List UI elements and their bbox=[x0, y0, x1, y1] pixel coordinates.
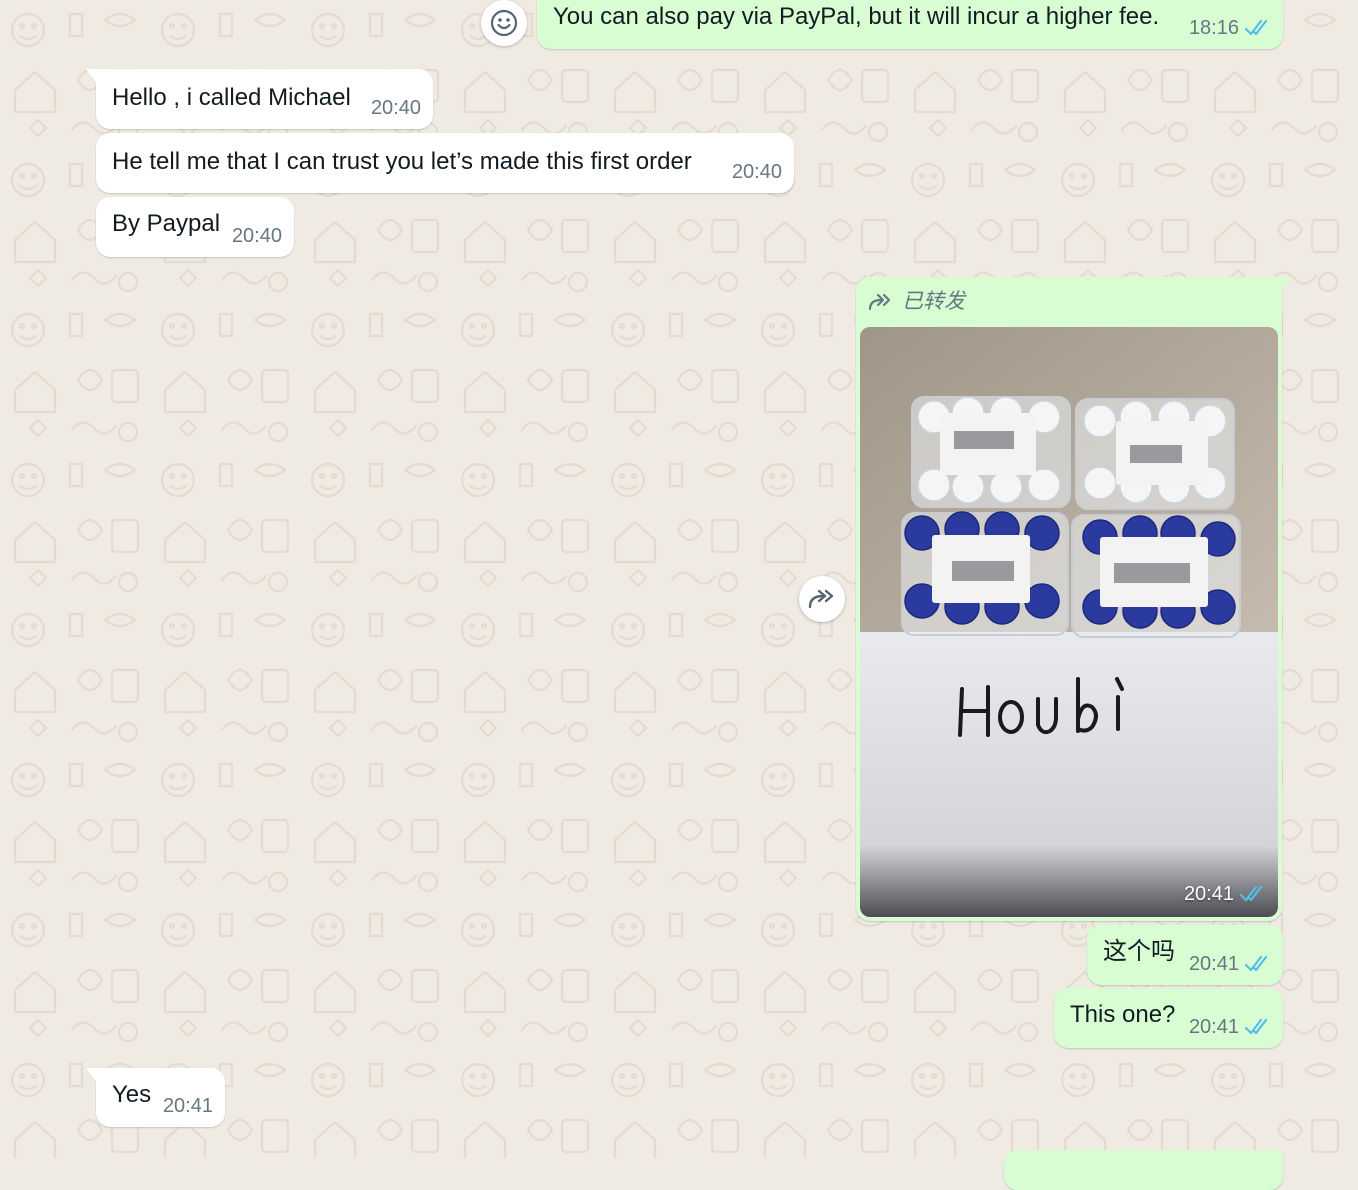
message-time: 20:41 bbox=[162, 1095, 213, 1117]
message-meta: 20:40 bbox=[232, 221, 282, 251]
message-time: 20:40 bbox=[231, 225, 282, 247]
forward-button[interactable] bbox=[799, 576, 845, 622]
bubble-tail bbox=[86, 69, 98, 85]
message-time: 18:16 bbox=[1188, 17, 1239, 39]
message-time: 20:41 bbox=[1183, 883, 1234, 905]
message-incoming[interactable]: By Paypal 20:40 bbox=[96, 197, 294, 257]
double-check-read-icon bbox=[1245, 19, 1268, 36]
message-incoming[interactable]: He tell me that I can trust you let’s ma… bbox=[96, 133, 794, 193]
message-outgoing-image[interactable]: 已转发 20:41 bbox=[856, 277, 1292, 921]
message-meta: 20:41 bbox=[1189, 1012, 1271, 1042]
smiley-icon bbox=[490, 9, 518, 37]
message-text: By Paypal bbox=[112, 210, 221, 237]
double-check-read-icon bbox=[1245, 1018, 1268, 1035]
message-photo[interactable]: 20:41 bbox=[860, 327, 1278, 917]
message-meta: 20:40 bbox=[732, 157, 782, 187]
message-meta: 20:40 bbox=[371, 93, 421, 123]
message-text: You can also pay via PayPal, but it will… bbox=[553, 3, 1160, 30]
emoji-reaction-button[interactable] bbox=[481, 0, 527, 46]
double-check-read-icon bbox=[1245, 955, 1268, 972]
message-text: Yes bbox=[112, 1081, 152, 1108]
message-incoming[interactable]: Yes 20:41 bbox=[86, 1068, 225, 1127]
message-text: This one? bbox=[1070, 1001, 1176, 1028]
message-time: 20:40 bbox=[731, 161, 782, 183]
double-check-read-icon bbox=[1240, 885, 1263, 902]
message-text: He tell me that I can trust you let’s ma… bbox=[112, 148, 692, 175]
message-meta: 20:41 bbox=[163, 1091, 213, 1121]
message-outgoing[interactable]: You can also pay via PayPal, but it will… bbox=[537, 0, 1283, 49]
message-outgoing[interactable]: 这个吗 20:41 bbox=[1087, 925, 1283, 985]
message-meta: 20:41 bbox=[1189, 949, 1271, 979]
message-time: 20:41 bbox=[1188, 953, 1239, 975]
forward-icon bbox=[808, 589, 834, 609]
forwarded-text: 已转发 bbox=[902, 290, 965, 313]
message-text: 这个吗 bbox=[1103, 938, 1175, 965]
bubble-tail bbox=[1280, 277, 1292, 293]
forwarded-label: 已转发 bbox=[868, 287, 965, 317]
message-outgoing[interactable]: This one? 20:41 bbox=[1054, 988, 1283, 1048]
message-meta: 18:16 bbox=[1189, 13, 1271, 43]
photo-meta: 20:41 bbox=[1184, 879, 1266, 909]
photo-vials-image bbox=[860, 327, 1278, 917]
message-time: 20:41 bbox=[1188, 1016, 1239, 1038]
bubble-tail bbox=[86, 1068, 98, 1084]
forwarded-icon bbox=[868, 293, 891, 311]
message-outgoing-partial[interactable] bbox=[1004, 1150, 1283, 1190]
message-incoming[interactable]: Hello , i called Michael 20:40 bbox=[86, 69, 433, 129]
message-text: Hello , i called Michael bbox=[112, 84, 351, 111]
message-time: 20:40 bbox=[370, 97, 421, 119]
